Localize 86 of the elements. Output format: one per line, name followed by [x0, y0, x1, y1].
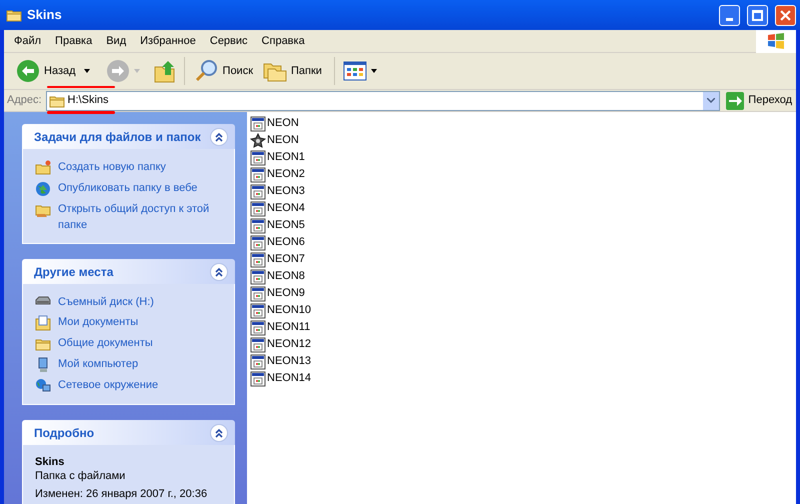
file-name[interactable]: NEON6 [267, 234, 305, 251]
minimize-button[interactable] [719, 4, 740, 26]
menu-item[interactable]: Справка [254, 32, 312, 50]
search-button[interactable]: Поиск [192, 56, 256, 86]
file-name[interactable]: NEON2 [267, 166, 305, 183]
task-link[interactable]: Открыть общий доступ к этой папке [58, 201, 222, 233]
file-name[interactable]: NEON [267, 132, 299, 149]
file-name[interactable]: NEON4 [267, 200, 305, 217]
dropdown-caret-icon [134, 69, 140, 73]
collapse-button[interactable] [210, 262, 228, 280]
folder-type: Папка с файлами [35, 469, 126, 483]
menu-item[interactable]: Правка [48, 32, 100, 50]
views-icon[interactable] [342, 61, 367, 81]
back-button[interactable]: Назад [12, 56, 80, 86]
modified-date: Изменен: 26 января 2007 г., 20:36 [35, 487, 208, 501]
folder-name: Skins [35, 455, 66, 469]
underline-mark [46, 86, 115, 88]
dropdown-caret-icon[interactable] [370, 69, 377, 73]
panel-title: Задачи для файлов и папок [34, 128, 201, 146]
file-name[interactable]: NEON7 [267, 251, 305, 268]
app-window-icon [250, 286, 266, 302]
file-name[interactable]: NEON1 [267, 149, 305, 166]
app-window-icon [250, 200, 266, 216]
collapse-button[interactable] [210, 424, 228, 442]
app-window-icon [250, 184, 266, 200]
app-window-icon [250, 234, 266, 250]
app-window-icon [250, 116, 266, 132]
task-link[interactable]: Мой компьютер [58, 356, 138, 372]
file-name[interactable]: NEON5 [267, 217, 305, 234]
file-name[interactable]: NEON9 [267, 285, 305, 302]
dropdown-button[interactable] [703, 92, 720, 110]
file-name[interactable]: NEON3 [267, 183, 305, 200]
search-icon [194, 59, 219, 83]
file-name[interactable]: NEON12 [267, 336, 312, 353]
app-window-icon [250, 268, 266, 284]
task-link[interactable]: Мои документы [58, 314, 138, 330]
file-name[interactable]: NEON8 [267, 268, 305, 285]
go-button[interactable]: Переход [724, 92, 792, 110]
window-title: Skins [27, 6, 62, 24]
maximize-icon [752, 10, 763, 20]
app-window-icon [250, 320, 266, 336]
globe-icon [35, 181, 51, 197]
documents-icon [35, 315, 51, 331]
file-name[interactable]: NEON13 [267, 353, 312, 370]
address-value: H:\Skins [68, 93, 109, 108]
menu-item[interactable]: Вид [99, 32, 134, 50]
app-window-icon [250, 150, 266, 166]
new-folder-icon [35, 160, 51, 176]
file-name[interactable]: NEON14 [267, 370, 312, 387]
dropdown-caret-icon[interactable] [84, 69, 90, 73]
close-button[interactable] [775, 4, 796, 26]
collapse-button[interactable] [210, 128, 228, 146]
close-icon [780, 10, 791, 20]
double-chevron-up-icon [214, 132, 224, 142]
task-link[interactable]: Съемный диск (H:) [58, 294, 154, 310]
file-name[interactable]: NEON10 [267, 302, 312, 319]
app-window-icon [250, 166, 266, 182]
folders-button[interactable]: Папки [259, 56, 326, 86]
menu-item[interactable]: Сервис [202, 32, 255, 50]
double-chevron-up-icon [214, 266, 224, 276]
panel-title: Другие места [34, 264, 114, 280]
task-link[interactable]: Создать новую папку [58, 159, 166, 175]
app-window-icon [250, 336, 266, 352]
app-window-icon [250, 370, 266, 386]
windows-flag-icon [767, 33, 785, 49]
menu-item[interactable]: Файл [7, 32, 48, 50]
underline-mark [46, 110, 115, 114]
app-window-icon [250, 354, 266, 370]
task-link[interactable]: Сетевое окружение [58, 377, 158, 393]
menu-item[interactable]: Избранное [133, 32, 203, 50]
task-link[interactable]: Общие документы [58, 335, 153, 351]
maximize-button[interactable] [747, 4, 768, 26]
star-icon [250, 132, 266, 148]
file-name[interactable]: NEON11 [267, 319, 310, 336]
task-link[interactable]: Опубликовать папку в вебе [58, 180, 198, 196]
chevron-down-icon [707, 98, 716, 103]
app-window-icon [250, 218, 266, 234]
double-chevron-up-icon [214, 428, 224, 438]
panel-title: Подробно [34, 424, 94, 442]
address-label: Адрес: [7, 93, 42, 108]
minimize-icon [726, 18, 733, 20]
app-window-icon [250, 302, 266, 318]
drive-icon [35, 295, 51, 307]
app-window-icon [250, 252, 266, 268]
network-icon [35, 378, 51, 394]
file-name[interactable]: NEON [267, 115, 299, 132]
